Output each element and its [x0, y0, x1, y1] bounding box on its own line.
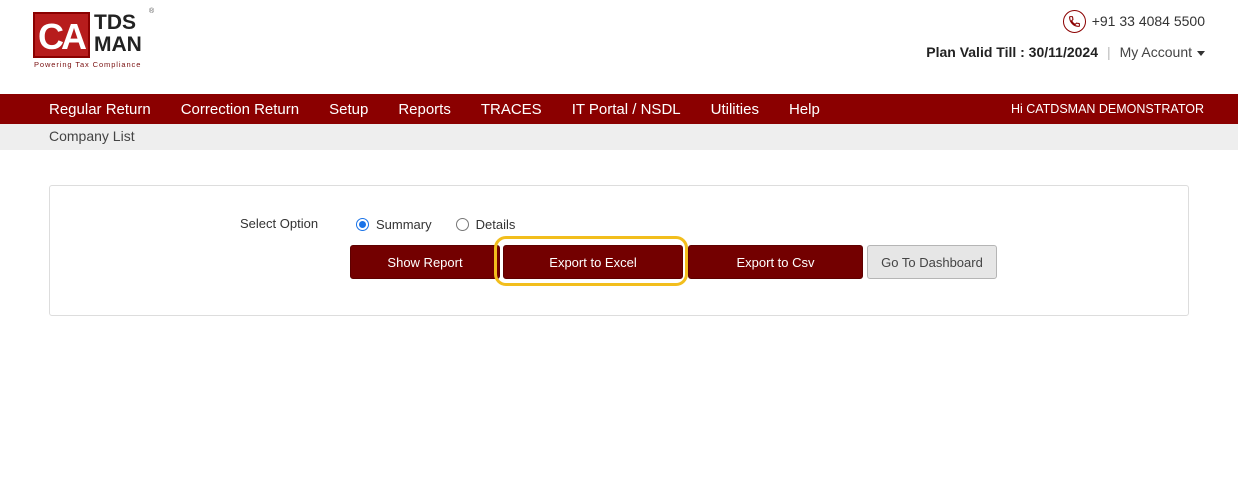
- breadcrumb: Company List: [49, 128, 135, 144]
- catdsman-logo[interactable]: CA TDS MAN ® Powering Tax Compliance: [33, 8, 157, 72]
- nav-item-traces[interactable]: TRACES: [481, 101, 542, 118]
- logo-mark-text: CA: [38, 16, 87, 57]
- nav-item-reports[interactable]: Reports: [398, 101, 451, 118]
- export-to-excel-button[interactable]: Export to Excel: [503, 245, 683, 279]
- phone-icon: [1062, 9, 1086, 33]
- radio-summary[interactable]: [356, 218, 369, 231]
- app-window: CA TDS MAN ® Powering Tax Compliance +91…: [0, 0, 1238, 488]
- caret-down-icon: [1197, 50, 1205, 56]
- nav-item-regular-return[interactable]: Regular Return: [49, 101, 151, 118]
- user-greeting: Hi CATDSMAN DEMONSTRATOR: [1010, 102, 1204, 116]
- nav-item-setup[interactable]: Setup: [329, 101, 368, 118]
- account-line: Plan Valid Till : 30/11/2024 | My Accoun…: [926, 42, 1205, 62]
- nav-item-correction-return[interactable]: Correction Return: [181, 101, 299, 118]
- header: CA TDS MAN ® Powering Tax Compliance +91…: [0, 0, 1238, 94]
- select-option-label: Select Option: [240, 216, 319, 231]
- main-navbar: Regular Return Correction Return Setup R…: [0, 94, 1238, 124]
- radio-summary-label: Summary: [376, 217, 432, 232]
- header-separator: |: [1106, 44, 1111, 60]
- contact-phone: +91 33 4084 5500: [1062, 9, 1205, 33]
- logo-line-2: MAN: [94, 33, 142, 56]
- radio-details-label: Details: [475, 217, 516, 232]
- nav-item-utilities[interactable]: Utilities: [711, 101, 759, 118]
- report-options-panel: Select Option Summary Details Show Repor…: [49, 185, 1189, 316]
- logo-tagline: Powering Tax Compliance: [34, 60, 142, 69]
- my-account-dropdown[interactable]: My Account: [1120, 44, 1205, 60]
- radio-details[interactable]: [455, 218, 469, 231]
- plan-valid-text: Plan Valid Till : 30/11/2024: [926, 44, 1098, 60]
- logo-mark-box: CA: [33, 12, 90, 58]
- nav-item-help[interactable]: Help: [789, 101, 820, 118]
- nav-items: Regular Return Correction Return Setup R…: [49, 101, 850, 118]
- go-to-dashboard-button[interactable]: Go To Dashboard: [867, 245, 997, 279]
- report-type-radio-group: Summary Details: [356, 217, 539, 232]
- logo-registered-mark: ®: [149, 8, 155, 15]
- logo-line-1: TDS: [94, 11, 136, 34]
- breadcrumb-bar: Company List: [0, 124, 1238, 150]
- my-account-label: My Account: [1119, 44, 1192, 60]
- export-to-csv-button[interactable]: Export to Csv: [688, 245, 863, 279]
- radio-option-summary[interactable]: Summary: [356, 217, 432, 232]
- phone-number: +91 33 4084 5500: [1091, 13, 1205, 29]
- nav-item-it-portal-nsdl[interactable]: IT Portal / NSDL: [572, 101, 681, 118]
- radio-option-details[interactable]: Details: [455, 217, 516, 232]
- show-report-button[interactable]: Show Report: [350, 245, 500, 279]
